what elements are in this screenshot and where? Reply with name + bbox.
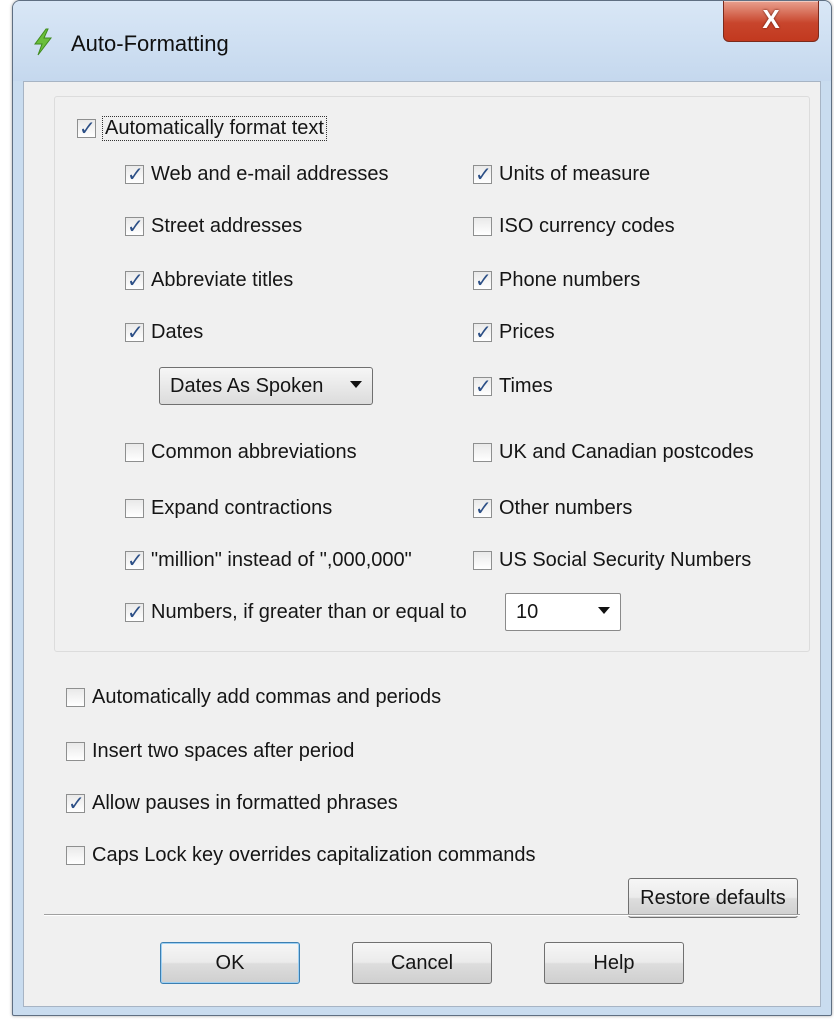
caps-lock-checkbox[interactable]: Caps Lock key overrides capitalization c… <box>66 844 536 867</box>
checkbox-label: Units of measure <box>499 163 651 185</box>
chevron-down-icon <box>350 381 362 388</box>
checkbox-box[interactable] <box>473 551 492 570</box>
checkbox-label: Street addresses <box>151 215 303 237</box>
checkbox-label: Automatically format text <box>102 116 327 141</box>
checkbox-box[interactable] <box>125 162 144 187</box>
checkbox-box[interactable] <box>473 443 492 462</box>
add-commas-periods-checkbox[interactable]: Automatically add commas and periods <box>66 686 441 709</box>
checkbox-label: Caps Lock key overrides capitalization c… <box>92 844 536 866</box>
checkbox-box[interactable] <box>66 742 85 761</box>
million-checkbox[interactable]: "million" instead of ",000,000" <box>125 548 412 573</box>
chevron-down-icon <box>598 607 610 614</box>
checkbox-label: Numbers, if greater than or equal to <box>151 601 467 623</box>
dates-format-dropdown[interactable]: Dates As Spoken <box>159 367 373 405</box>
prices-checkbox[interactable]: Prices <box>473 320 555 345</box>
ok-button[interactable]: OK <box>160 942 300 984</box>
checkbox-label: Allow pauses in formatted phrases <box>92 792 398 814</box>
checkbox-box[interactable] <box>473 374 492 399</box>
allow-pauses-checkbox[interactable]: Allow pauses in formatted phrases <box>66 791 398 816</box>
checkbox-label: UK and Canadian postcodes <box>499 441 754 463</box>
abbreviate-titles-checkbox[interactable]: Abbreviate titles <box>125 268 294 293</box>
checkbox-label: "million" instead of ",000,000" <box>151 549 412 571</box>
web-email-checkbox[interactable]: Web and e-mail addresses <box>125 162 389 187</box>
checkbox-box[interactable] <box>125 443 144 462</box>
checkbox-box[interactable] <box>125 499 144 518</box>
checkbox-label: Abbreviate titles <box>151 269 294 291</box>
checkbox-box[interactable] <box>473 268 492 293</box>
checkbox-box[interactable] <box>66 688 85 707</box>
other-numbers-checkbox[interactable]: Other numbers <box>473 496 633 521</box>
checkbox-box[interactable] <box>473 496 492 521</box>
dropdown-value: Dates As Spoken <box>170 374 324 397</box>
checkbox-label: Prices <box>499 321 555 343</box>
two-spaces-checkbox[interactable]: Insert two spaces after period <box>66 740 354 763</box>
checkbox-box[interactable] <box>125 268 144 293</box>
dialog-client-area: Automatically format text Web and e-mail… <box>23 81 821 1007</box>
phone-numbers-checkbox[interactable]: Phone numbers <box>473 268 641 293</box>
checkbox-box[interactable] <box>77 116 96 141</box>
checkbox-box[interactable] <box>125 320 144 345</box>
checkbox-label: Automatically add commas and periods <box>92 686 442 708</box>
lightning-bolt-icon <box>34 28 53 56</box>
checkbox-box[interactable] <box>473 320 492 345</box>
checkbox-box[interactable] <box>125 600 144 625</box>
checkbox-label: Phone numbers <box>499 269 641 291</box>
street-addresses-checkbox[interactable]: Street addresses <box>125 214 303 239</box>
units-of-measure-checkbox[interactable]: Units of measure <box>473 162 651 187</box>
automatically-format-text-checkbox[interactable]: Automatically format text <box>77 116 327 141</box>
dates-checkbox[interactable]: Dates <box>125 320 204 345</box>
common-abbreviations-checkbox[interactable]: Common abbreviations <box>125 441 357 464</box>
checkbox-box[interactable] <box>66 791 85 816</box>
checkbox-label: Other numbers <box>499 497 633 519</box>
expand-contractions-checkbox[interactable]: Expand contractions <box>125 497 332 520</box>
checkbox-box[interactable] <box>473 217 492 236</box>
dropdown-value: 10 <box>516 600 539 623</box>
checkbox-label: US Social Security Numbers <box>499 549 752 571</box>
restore-defaults-button[interactable]: Restore defaults <box>628 878 798 918</box>
checkbox-label: Times <box>499 375 553 397</box>
checkbox-label: Dates <box>151 321 204 343</box>
auto-formatting-dialog: Auto-Formatting X Automatically format t… <box>12 0 832 1016</box>
uk-postcodes-checkbox[interactable]: UK and Canadian postcodes <box>473 441 754 464</box>
numbers-threshold-checkbox[interactable]: Numbers, if greater than or equal to <box>125 600 467 625</box>
checkbox-label: Common abbreviations <box>151 441 357 463</box>
separator <box>44 914 800 916</box>
help-button[interactable]: Help <box>544 942 684 984</box>
close-button[interactable]: X <box>723 1 819 42</box>
times-checkbox[interactable]: Times <box>473 374 553 399</box>
iso-currency-checkbox[interactable]: ISO currency codes <box>473 215 675 238</box>
checkbox-box[interactable] <box>66 846 85 865</box>
checkbox-label: Insert two spaces after period <box>92 740 355 762</box>
window-title: Auto-Formatting <box>71 31 229 56</box>
checkbox-box[interactable] <box>125 548 144 573</box>
checkbox-label: Expand contractions <box>151 497 333 519</box>
checkbox-label: ISO currency codes <box>499 215 675 237</box>
title-bar: Auto-Formatting X <box>13 1 831 81</box>
close-icon: X <box>762 4 780 34</box>
us-ssn-checkbox[interactable]: US Social Security Numbers <box>473 549 751 572</box>
cancel-button[interactable]: Cancel <box>352 942 492 984</box>
numbers-threshold-dropdown[interactable]: 10 <box>505 593 621 631</box>
checkbox-box[interactable] <box>125 214 144 239</box>
checkbox-label: Web and e-mail addresses <box>151 163 389 185</box>
checkbox-box[interactable] <box>473 162 492 187</box>
auto-format-group: Automatically format text Web and e-mail… <box>54 96 810 652</box>
